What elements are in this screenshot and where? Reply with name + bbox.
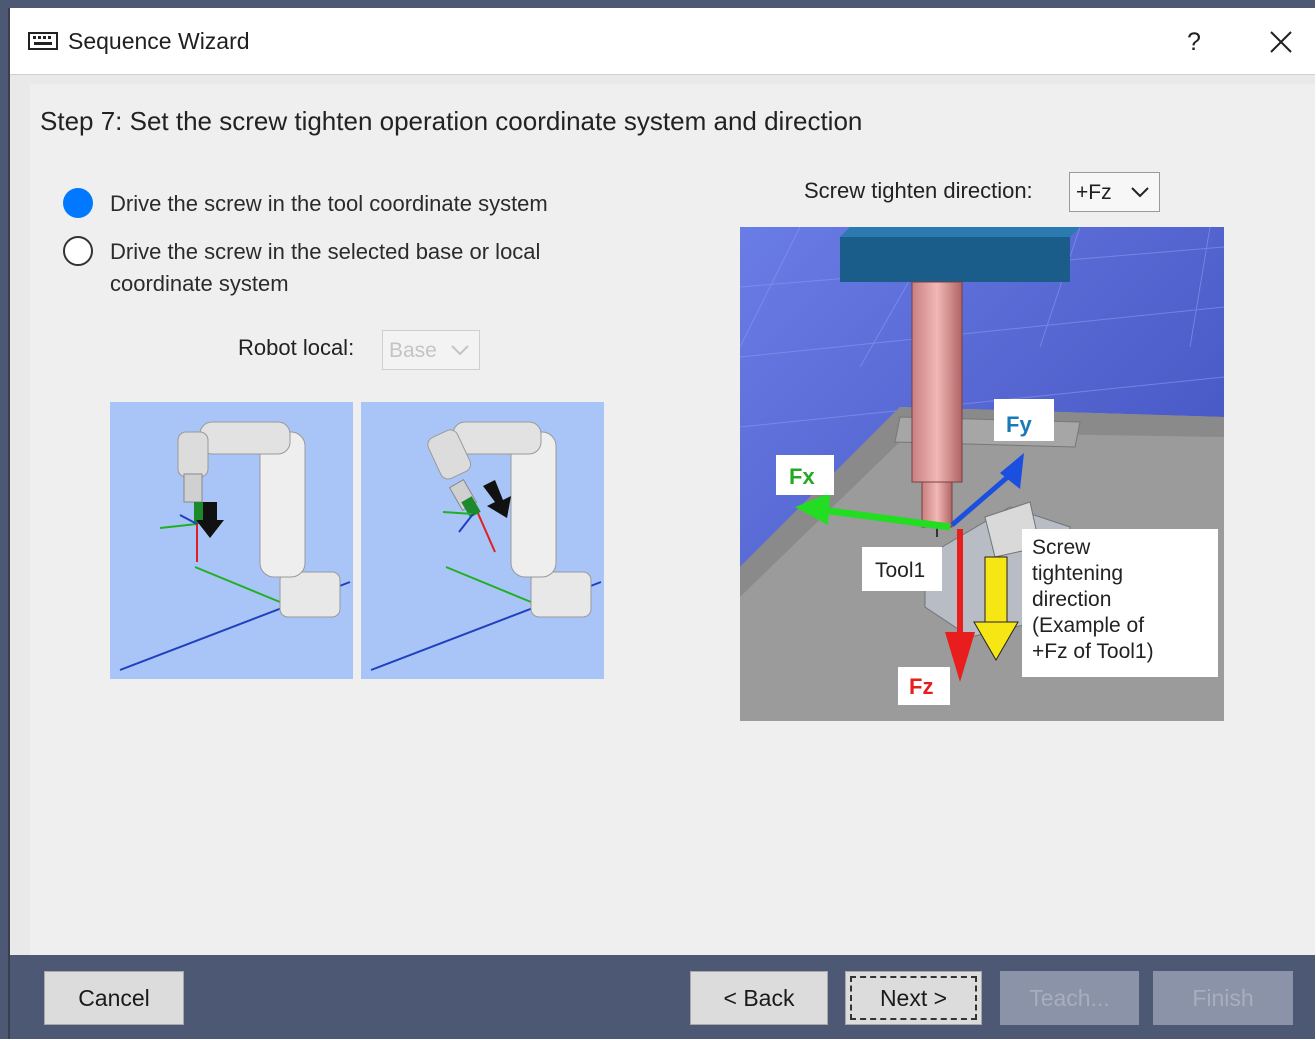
tool-label: Tool1 <box>875 559 925 582</box>
chevron-down-icon <box>1131 187 1149 198</box>
fz-label: Fz <box>909 674 933 699</box>
radio-button-unselected[interactable] <box>63 236 93 266</box>
button-bar: Cancel < Back Next > Teach... Finish <box>10 955 1315 1039</box>
robot-tool-coordinate-image <box>110 402 353 679</box>
radio-option-tool-coordinate[interactable]: Drive the screw in the tool coordinate s… <box>63 188 548 220</box>
sequence-wizard-window: Sequence Wizard ? Step 7: Set the screw … <box>8 8 1315 1039</box>
window-title: Sequence Wizard <box>68 28 250 54</box>
help-button[interactable]: ? <box>1174 24 1214 60</box>
keyboard-icon <box>28 32 58 50</box>
radio-label-base-local: Drive the screw in the selected base or … <box>110 239 541 296</box>
title-bar: Sequence Wizard ? <box>10 8 1315 75</box>
finish-button: Finish <box>1153 971 1293 1025</box>
fy-label: Fy <box>1006 412 1032 437</box>
back-button[interactable]: < Back <box>690 971 828 1025</box>
robot-base-coordinate-image <box>361 402 604 679</box>
screw-direction-image: Fy Fx Fz Tool1 Screw tightening directio… <box>740 227 1224 721</box>
radio-button-selected[interactable] <box>63 188 93 218</box>
tighten-direction-value: +Fz <box>1076 181 1112 204</box>
radio-option-base-local[interactable]: Drive the screw in the selected base or … <box>63 236 540 300</box>
wizard-content: Step 7: Set the screw tighten operation … <box>30 84 1315 956</box>
step-title: Step 7: Set the screw tighten operation … <box>40 106 863 136</box>
tighten-direction-select[interactable]: +Fz <box>1069 172 1160 212</box>
cancel-button[interactable]: Cancel <box>44 971 184 1025</box>
chevron-down-icon <box>451 345 469 356</box>
fx-label: Fx <box>789 464 815 489</box>
tighten-direction-label: Screw tighten direction: <box>804 178 1033 203</box>
teach-button: Teach... <box>1000 971 1139 1025</box>
close-icon[interactable] <box>1260 24 1302 60</box>
next-button[interactable]: Next > <box>845 971 982 1025</box>
robot-local-label: Robot local: <box>238 335 355 360</box>
robot-local-select: Base <box>382 330 480 370</box>
robot-local-value: Base <box>389 339 437 362</box>
radio-label-tool: Drive the screw in the tool coordinate s… <box>110 191 548 216</box>
